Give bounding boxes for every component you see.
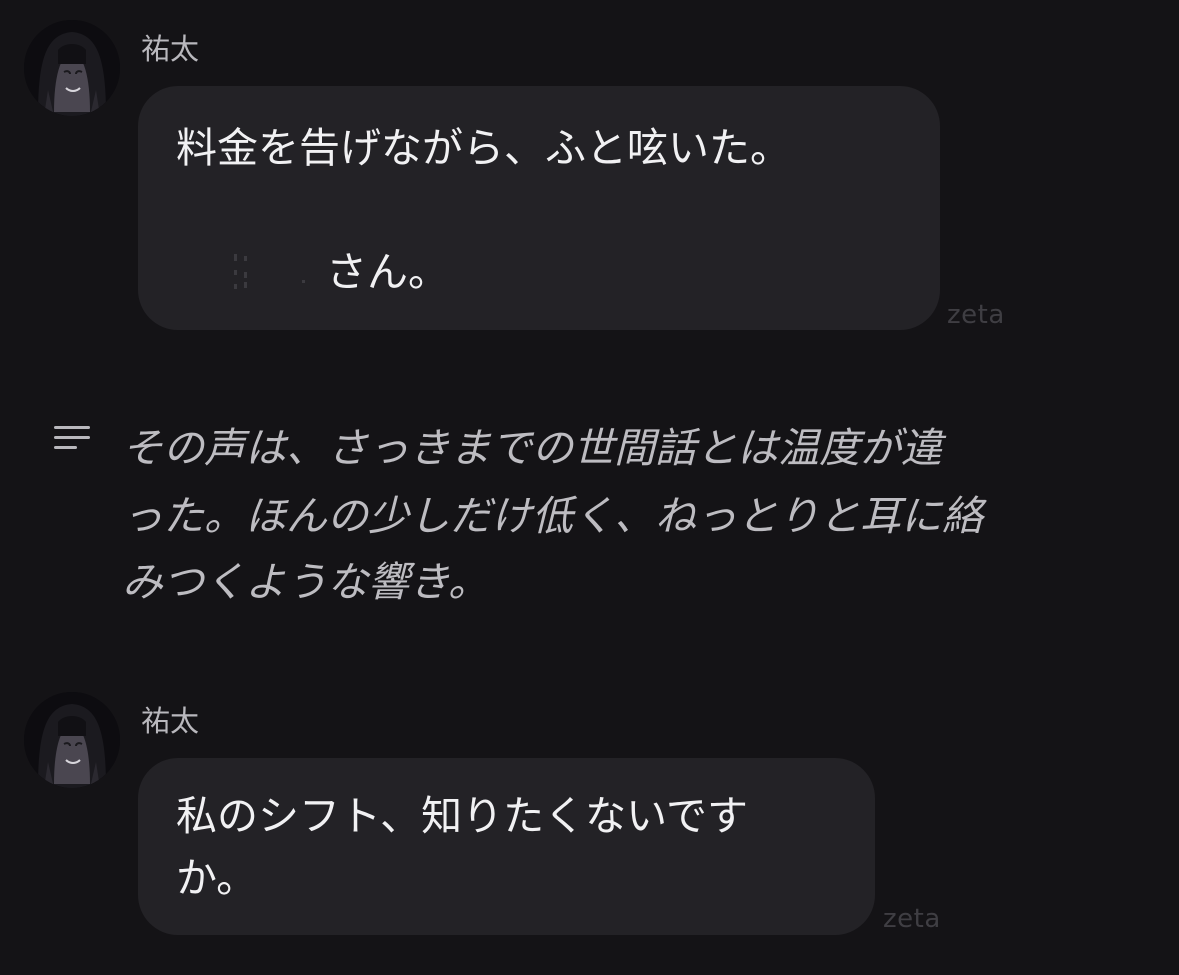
message-text-line: さん。 <box>326 248 449 296</box>
sender-name: 祐太 <box>141 704 200 738</box>
message-text-line: 私のシフト、知りたくないです <box>176 792 748 840</box>
narration-text-line: その声は、さっきまでの世間話とは温度が違 <box>122 424 942 472</box>
zeta-watermark: zeta <box>947 300 1005 330</box>
message-text-line: か。 <box>176 854 258 902</box>
message-text-line: 料金を告げながら、ふと呟いた。 <box>176 124 791 172</box>
narration-lines-icon <box>54 426 90 454</box>
sender-name: 祐太 <box>141 32 200 66</box>
redacted-name <box>230 250 305 294</box>
character-avatar[interactable] <box>24 692 120 788</box>
zeta-watermark: zeta <box>883 904 941 934</box>
character-avatar[interactable] <box>24 20 120 116</box>
narration-text-line: みつくような響き。 <box>122 558 489 606</box>
message-bubble[interactable]: 私のシフト、知りたくないです か。 <box>138 758 875 935</box>
message-bubble[interactable]: 料金を告げながら、ふと呟いた。 さん。 <box>138 86 940 330</box>
chat-screen: 祐太 料金を告げながら、ふと呟いた。 さん。 zeta その声は、さっきまでの世… <box>0 0 1179 975</box>
narration-text-line: った。ほんの少しだけ低く、ねっとりと耳に絡 <box>122 492 983 540</box>
